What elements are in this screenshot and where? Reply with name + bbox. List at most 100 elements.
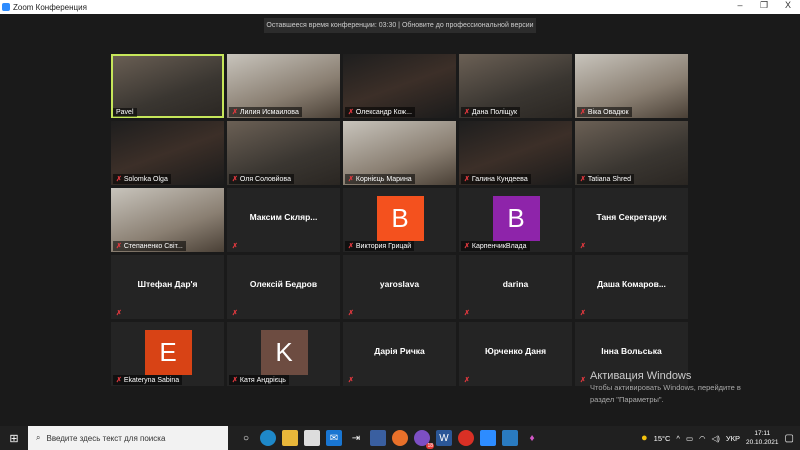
app-icon[interactable]: ⇥ [348, 430, 364, 446]
photos-icon[interactable] [502, 430, 518, 446]
participant-tile[interactable]: ✗ Віка Овадюк [575, 54, 688, 118]
participant-name-label: ✗ Виктория Грицай [345, 241, 415, 251]
participant-tile[interactable]: В ✗ Виктория Грицай [343, 188, 456, 252]
participant-tile[interactable]: Таня Секретарук ✗ [575, 188, 688, 252]
file-explorer-icon[interactable] [282, 430, 298, 446]
viber-icon[interactable]: 18 [414, 430, 434, 449]
muted-mic-icon: ✗ [232, 176, 238, 183]
participant-name: Solomka Olga [123, 175, 168, 183]
participant-name-label: ✗ [229, 308, 241, 318]
participant-name-label: ✗ [345, 375, 357, 385]
participant-name-label: ✗ Solomka Olga [113, 174, 171, 184]
language-indicator[interactable]: УКР [726, 434, 740, 443]
participant-name-label: ✗ Галина Кундеева [461, 174, 531, 184]
muted-mic-icon: ✗ [580, 310, 586, 317]
participant-display-name: Таня Секретарук [596, 212, 667, 222]
maximize-button[interactable]: ❐ [752, 0, 776, 11]
participant-name: Катя Андрієць [239, 376, 286, 384]
time-remaining-banner[interactable]: Оставшееся время конференции: 03:30 | Об… [264, 18, 536, 33]
muted-mic-icon: ✗ [464, 310, 470, 317]
participant-display-name: Дарія Ричка [374, 346, 425, 356]
temperature[interactable]: 15°C [654, 434, 671, 443]
task-view-icon[interactable]: ○ [238, 430, 254, 446]
participant-tile[interactable]: ✗ Оля Соловйова [227, 121, 340, 185]
chrome-icon[interactable] [458, 430, 474, 446]
participant-name-label: ✗ Лилия Исмаилова [229, 107, 302, 117]
participant-tile[interactable]: ✗ Solomka Olga [111, 121, 224, 185]
participant-tile[interactable]: yaroslava ✗ [343, 255, 456, 319]
start-button[interactable]: ⊞ [0, 432, 28, 445]
firefox-icon[interactable] [392, 430, 408, 446]
participant-name-label: ✗ Віка Овадюк [577, 107, 632, 117]
muted-mic-icon: ✗ [464, 109, 470, 116]
muted-mic-icon: ✗ [464, 377, 470, 384]
taskbar: ⊞ ⌕ Введите здесь текст для поиска ○ ✉ ⇥… [0, 426, 800, 450]
participant-avatar: E [144, 330, 192, 375]
participant-tile[interactable]: Юрченко Даня ✗ [459, 322, 572, 386]
taskbar-search[interactable]: ⌕ Введите здесь текст для поиска [28, 426, 228, 450]
participant-name-label: ✗ [577, 375, 589, 385]
activation-title: Активация Windows [590, 370, 692, 382]
network-app-icon[interactable] [370, 430, 386, 446]
notifications-icon[interactable]: ▢ [785, 433, 794, 444]
participant-tile[interactable]: ✗ Галина Кундеева [459, 121, 572, 185]
participant-tile[interactable]: Дарія Ричка ✗ [343, 322, 456, 386]
volume-icon[interactable]: ◁) [712, 434, 720, 443]
participant-tile[interactable]: В ✗ КарпенчикВлада [459, 188, 572, 252]
participant-name-label: ✗ Ekateryna Sabina [113, 375, 183, 385]
participant-name-label: ✗ Олександр Кож... [345, 107, 415, 117]
muted-mic-icon: ✗ [232, 310, 238, 317]
participant-name-label: ✗ Степаненко Світ... [113, 241, 186, 251]
store-icon[interactable] [304, 430, 320, 446]
participant-tile[interactable]: ✗ Лилия Исмаилова [227, 54, 340, 118]
participant-tile[interactable]: ✗ Олександр Кож... [343, 54, 456, 118]
zoom-taskbar-icon[interactable] [480, 430, 496, 446]
participant-tile[interactable]: ✗ Степаненко Світ... [111, 188, 224, 252]
participant-name-label: ✗ Tatiana Shred [577, 174, 635, 184]
muted-mic-icon: ✗ [348, 243, 354, 250]
participant-avatar: В [376, 196, 424, 241]
participant-name: Степаненко Світ... [123, 242, 183, 250]
participant-name: Оля Соловйова [239, 175, 291, 183]
participant-name: Галина Кундеева [471, 175, 528, 183]
participant-tile[interactable]: ✗ Дана Поліщук [459, 54, 572, 118]
close-button[interactable]: X [776, 0, 800, 11]
mail-icon[interactable]: ✉ [326, 430, 342, 446]
clock[interactable]: 17:11 20.10.2021 [746, 429, 779, 447]
paint-icon[interactable]: ♦ [524, 430, 540, 446]
word-icon[interactable]: W [436, 430, 452, 446]
show-hidden-icons[interactable]: ^ [676, 434, 680, 443]
participant-tile[interactable]: Даша Комаров... ✗ [575, 255, 688, 319]
wifi-icon[interactable]: ◠ [699, 434, 706, 443]
viber-badge: 18 [426, 443, 434, 449]
muted-mic-icon: ✗ [348, 310, 354, 317]
participant-name: КарпенчикВлада [471, 242, 527, 250]
participant-name-label: ✗ Катя Андрієць [229, 375, 289, 385]
muted-mic-icon: ✗ [232, 243, 238, 250]
participant-name-label: ✗ [113, 308, 125, 318]
participant-name: Ekateryna Sabina [123, 376, 180, 384]
participant-tile[interactable]: K ✗ Катя Андрієць [227, 322, 340, 386]
date: 20.10.2021 [746, 439, 779, 446]
participant-name-label: ✗ [577, 241, 589, 251]
muted-mic-icon: ✗ [116, 243, 122, 250]
participant-tile[interactable]: Олексій Бедров ✗ [227, 255, 340, 319]
participant-tile[interactable]: Максим Скляр... ✗ [227, 188, 340, 252]
participant-tile[interactable]: E ✗ Ekateryna Sabina [111, 322, 224, 386]
edge-icon[interactable] [260, 430, 276, 446]
participant-tile[interactable]: Штефан Дар'я ✗ [111, 255, 224, 319]
participant-tile[interactable]: ✗ Корнієць Марина [343, 121, 456, 185]
battery-icon[interactable]: ▭ [686, 434, 693, 443]
muted-mic-icon: ✗ [232, 109, 238, 116]
participant-tile[interactable]: ✗ Tatiana Shred [575, 121, 688, 185]
participant-display-name: Інна Вольська [601, 346, 662, 356]
minimize-button[interactable]: – [728, 0, 752, 11]
participant-tile[interactable]: darina ✗ [459, 255, 572, 319]
participant-name-label: ✗ [577, 308, 589, 318]
participant-name: Олександр Кож... [355, 108, 412, 116]
participant-name: Tatiana Shred [587, 175, 632, 183]
system-tray: ● 15°C ^ ▭ ◠ ◁) УКР 17:11 20.10.2021 ▢ [641, 426, 800, 450]
participant-tile[interactable]: Pavel [111, 54, 224, 118]
activation-line1: Чтобы активировать Windows, перейдите в [590, 383, 741, 392]
weather-icon: ● [641, 432, 648, 444]
